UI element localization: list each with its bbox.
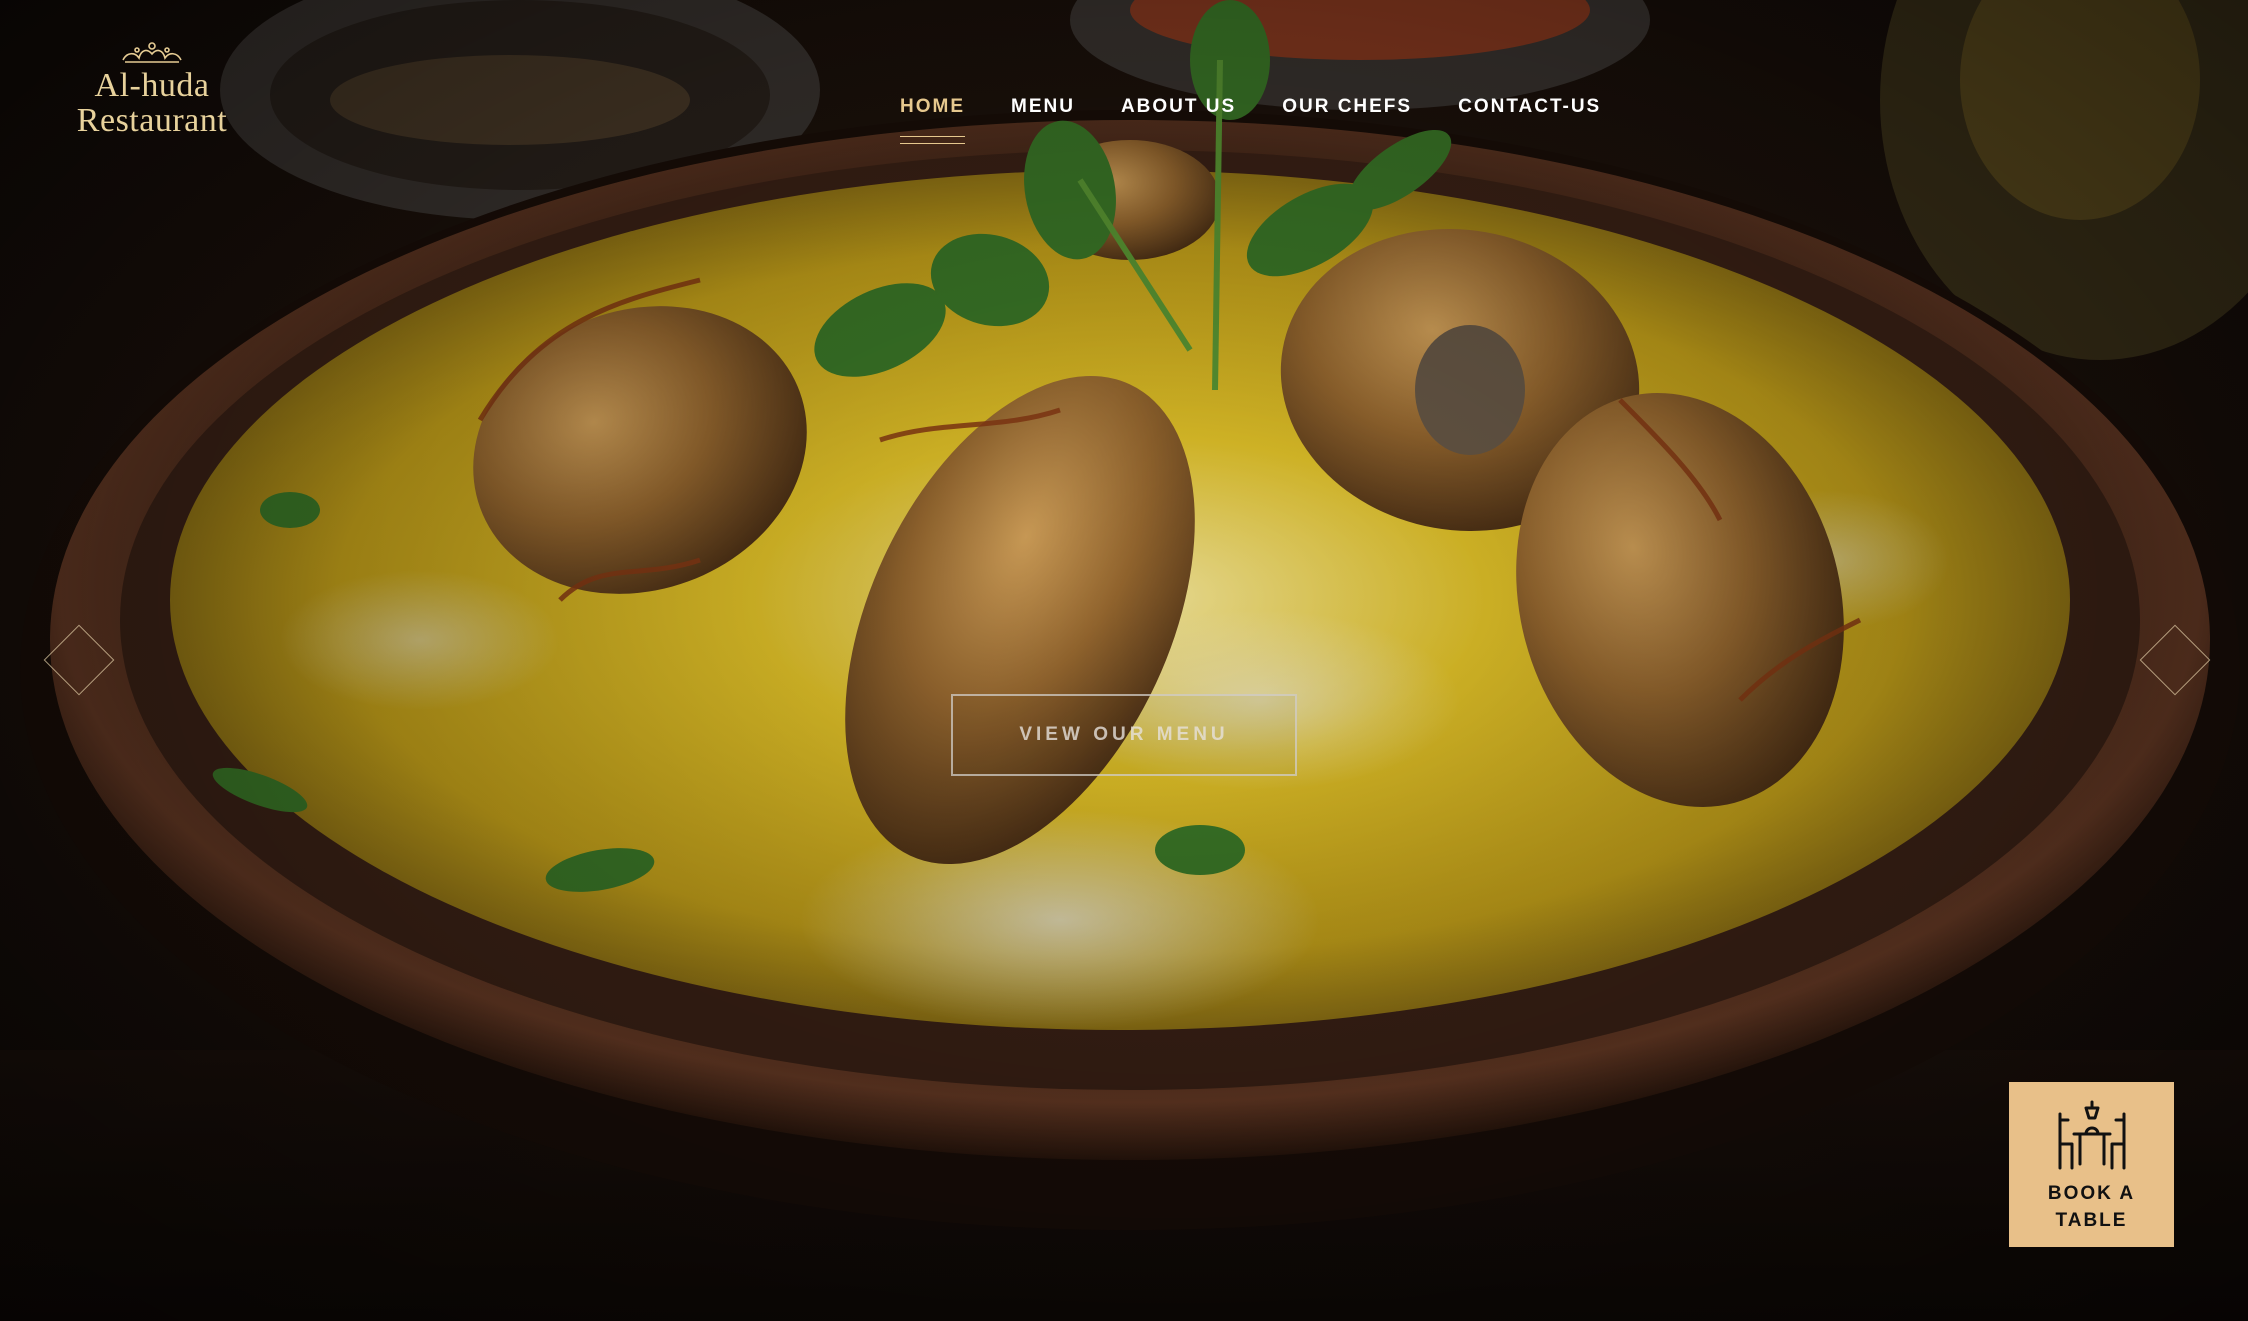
book-table-label: BOOK A TABLE [2047,1183,2136,1231]
nav-item-home[interactable]: HOME [900,96,965,144]
restaurant-logo[interactable]: Al-huda Restaurant [62,40,242,138]
main-nav: HOME MENU ABOUT US OUR CHEFS CONTACT-US [900,92,1601,144]
logo-subtitle: Restaurant [76,102,228,139]
chevron-right-diamond-icon [2139,624,2211,696]
slider-next-button[interactable] [2139,624,2211,696]
nav-item-our-chefs[interactable]: OUR CHEFS [1282,96,1412,118]
hero-dark-overlay [0,0,2248,1321]
slider-prev-button[interactable] [43,624,115,696]
book-table-button[interactable]: BOOK A TABLE [2009,1082,2174,1247]
nav-item-contact-us[interactable]: CONTACT-US [1458,96,1601,118]
dining-table-icon [2058,1100,2125,1170]
nav-item-menu[interactable]: MENU [1011,96,1075,118]
chevron-left-diamond-icon [43,624,115,696]
nav-item-about-us[interactable]: ABOUT US [1121,96,1236,118]
logo-name: Al-huda [94,67,210,104]
crown-ornament-icon [122,42,182,63]
page: Al-huda Restaurant HOME MENU ABOUT US OU… [0,0,2248,1321]
view-menu-button[interactable]: VIEW OUR MENU [951,694,1297,776]
